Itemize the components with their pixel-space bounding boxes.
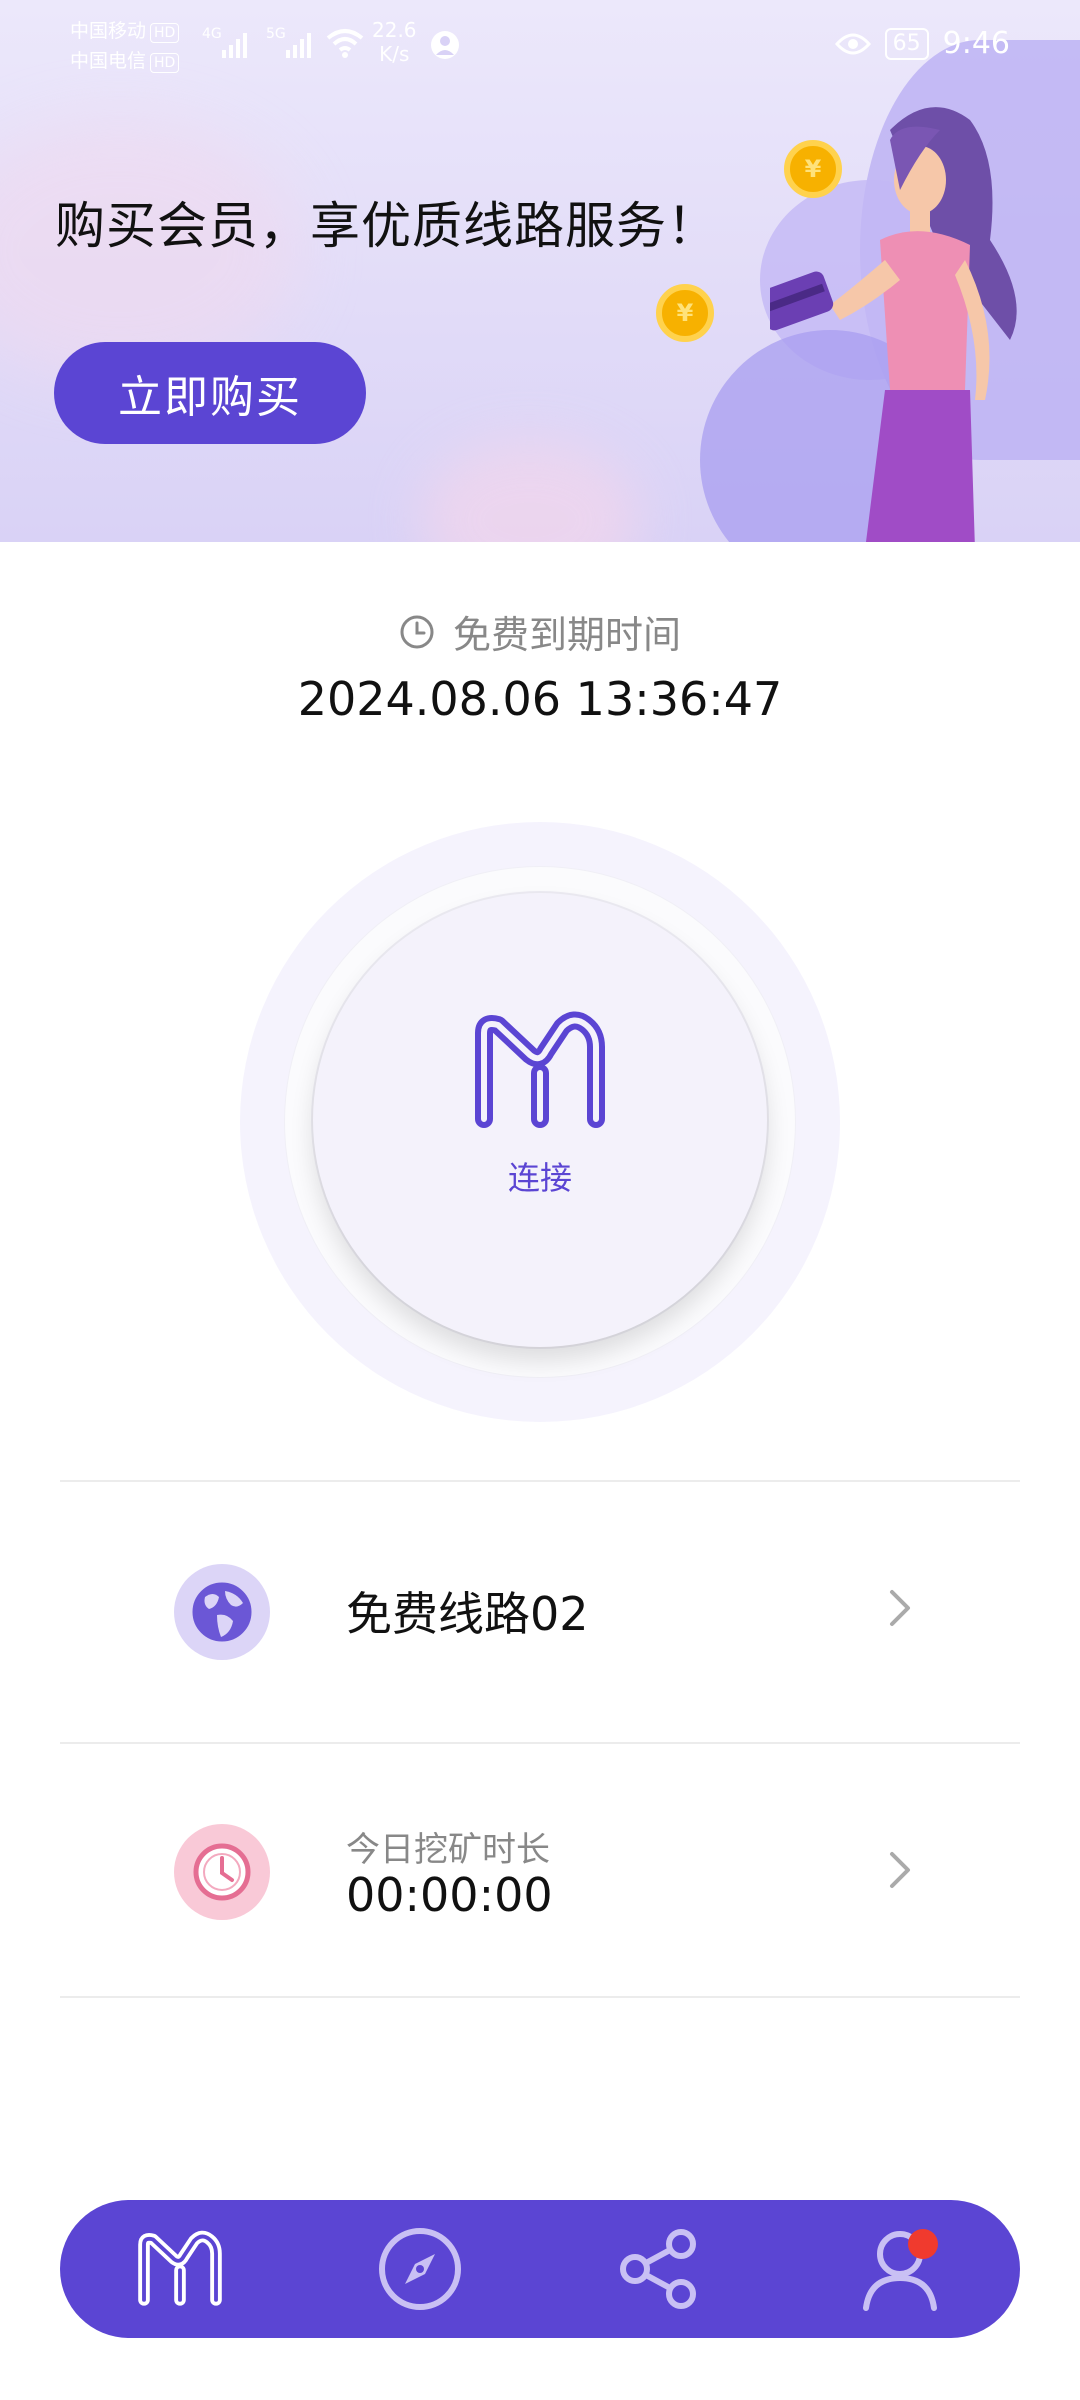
vpn-avatar-icon bbox=[431, 31, 459, 59]
network-type-1: 4G bbox=[202, 26, 222, 42]
chevron-right-icon bbox=[890, 1590, 910, 1626]
network-speed: 22.6 K/s bbox=[372, 18, 417, 66]
carrier-2: 中国电信 bbox=[70, 50, 147, 72]
clock-icon bbox=[400, 615, 434, 648]
mining-label: 今日挖矿时长 bbox=[346, 1830, 550, 1870]
status-bar: 中国移动 HD 中国电信 HD 4G 5G 22.6 K/s 65 9:46 bbox=[0, 0, 1080, 96]
status-right: 65 9:46 bbox=[834, 26, 1010, 61]
compass-icon bbox=[379, 2228, 461, 2310]
expiry-time: 2024.08.06 13:36:47 bbox=[297, 672, 783, 726]
expiry-label: 免费到期时间 bbox=[452, 613, 681, 657]
carrier-info: 中国移动 HD 中国电信 HD bbox=[70, 16, 180, 76]
battery-indicator: 65 bbox=[884, 27, 929, 60]
nav-profile[interactable] bbox=[840, 2209, 960, 2329]
route-icon-wrap bbox=[174, 1564, 270, 1660]
timer-icon bbox=[193, 1843, 251, 1901]
notification-badge bbox=[908, 2229, 938, 2259]
share-icon bbox=[620, 2229, 696, 2309]
eye-icon bbox=[834, 33, 871, 54]
nav-home[interactable] bbox=[120, 2209, 240, 2329]
speed-value: 22.6 bbox=[372, 18, 417, 42]
app-logo-icon bbox=[475, 1011, 605, 1128]
route-name: 免费线路02 bbox=[346, 1587, 589, 1641]
banner-decoration bbox=[420, 440, 640, 542]
globe-icon bbox=[189, 1579, 255, 1645]
connect-label: 连接 bbox=[507, 1159, 572, 1197]
mining-icon-wrap bbox=[174, 1824, 270, 1920]
promo-banner: 中国移动 HD 中国电信 HD 4G 5G 22.6 K/s 65 9:46 购… bbox=[0, 0, 1080, 542]
mining-duration-row[interactable]: 今日挖矿时长 00:00:00 bbox=[60, 1744, 1020, 1994]
hd-badge: HD bbox=[150, 23, 180, 43]
home-logo-icon bbox=[138, 2230, 222, 2306]
mining-duration-value: 00:00:00 bbox=[346, 1868, 553, 1922]
hd-badge: HD bbox=[150, 53, 180, 73]
banner-title: 购买会员，享优质线路服务！ bbox=[55, 197, 718, 255]
divider bbox=[60, 1996, 1020, 1998]
route-select-row[interactable]: 免费线路02 bbox=[60, 1482, 1020, 1732]
connect-button[interactable]: 连接 bbox=[313, 893, 767, 1347]
carrier-1: 中国移动 bbox=[70, 20, 147, 42]
network-type-2: 5G bbox=[266, 26, 286, 42]
speed-unit: K/s bbox=[379, 42, 410, 66]
nav-discover[interactable] bbox=[360, 2209, 480, 2329]
signal-icon bbox=[286, 33, 311, 58]
expiry-label-row: 免费到期时间 bbox=[0, 604, 1080, 659]
buy-now-button[interactable]: 立即购买 bbox=[54, 342, 366, 444]
clock-time: 9:46 bbox=[942, 26, 1010, 61]
nav-share[interactable] bbox=[600, 2209, 720, 2329]
woman-illustration bbox=[770, 107, 1017, 542]
wifi-icon bbox=[326, 29, 364, 58]
bottom-nav bbox=[60, 2200, 1020, 2338]
chevron-right-icon bbox=[890, 1852, 910, 1888]
signal-icon bbox=[222, 33, 247, 58]
coin-icon: ¥ bbox=[656, 284, 714, 342]
